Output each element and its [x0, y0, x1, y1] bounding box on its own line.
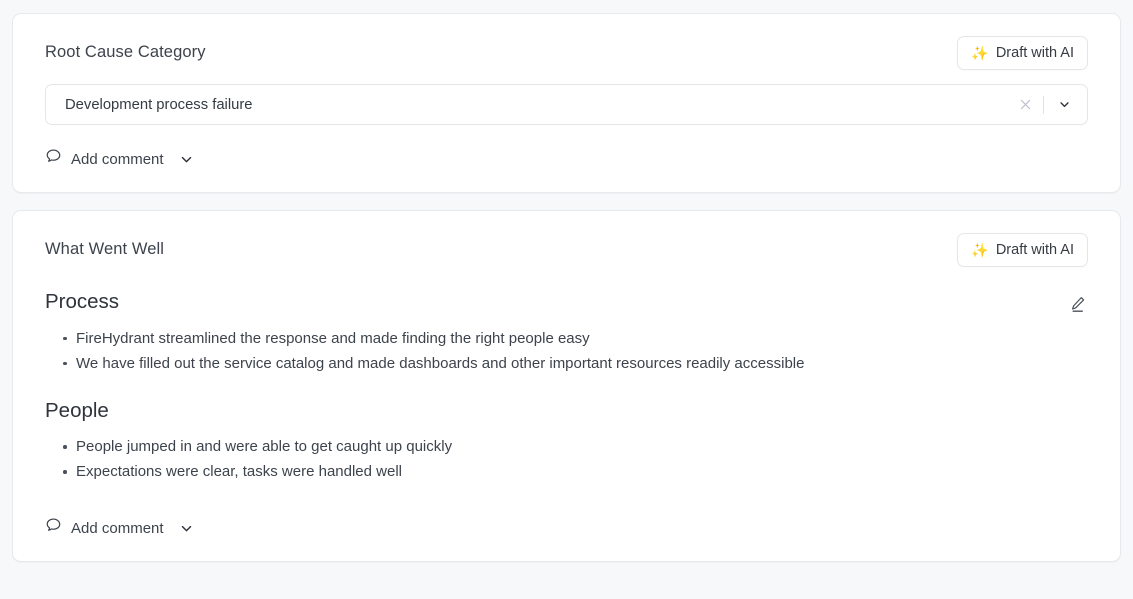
close-icon[interactable] — [1014, 94, 1036, 116]
subsection-heading-process: Process — [45, 290, 120, 313]
comment-bubble-icon — [45, 517, 62, 539]
page-container: Root Cause Category ✨ Draft with AI Deve… — [0, 0, 1133, 599]
subsection-header-process: Process — [45, 289, 1088, 315]
chevron-down-icon[interactable] — [179, 521, 194, 536]
pencil-edit-icon[interactable] — [1068, 294, 1088, 314]
subsection-heading-people: People — [45, 398, 109, 422]
list-item: FireHydrant streamlined the response and… — [63, 326, 1088, 351]
bullet-list-people: People jumped in and were able to get ca… — [45, 434, 1088, 484]
select-divider — [1043, 95, 1044, 114]
add-comment-root-cause[interactable]: Add comment — [45, 125, 194, 192]
add-comment-what-went-well[interactable]: Add comment — [45, 494, 194, 561]
what-went-well-card: What Went Well ✨ Draft with AI Process F… — [12, 210, 1121, 563]
root-cause-select-wrapper: Development process failure — [45, 70, 1088, 125]
chevron-down-icon[interactable] — [179, 152, 194, 167]
what-went-well-header-row: What Went Well ✨ Draft with AI — [45, 211, 1088, 267]
draft-with-ai-label: Draft with AI — [995, 45, 1074, 61]
comment-bubble-icon — [45, 148, 62, 170]
draft-with-ai-button-root-cause[interactable]: ✨ Draft with AI — [957, 36, 1088, 70]
add-comment-label: Add comment — [71, 519, 164, 537]
root-cause-select-value: Development process failure — [65, 96, 253, 113]
bullet-list-process: FireHydrant streamlined the response and… — [45, 326, 1088, 376]
page-title: Root Cause Category — [45, 43, 206, 62]
draft-with-ai-button-what-went-well[interactable]: ✨ Draft with AI — [957, 233, 1088, 267]
what-went-well-body: Process FireHydrant streamlined the resp… — [45, 289, 1088, 494]
list-item: We have filled out the service catalog a… — [63, 351, 1088, 376]
subsection-header-people: People — [45, 398, 1088, 424]
chevron-down-icon[interactable] — [1053, 94, 1075, 116]
root-cause-select[interactable]: Development process failure — [45, 84, 1088, 125]
list-item: Expectations were clear, tasks were hand… — [63, 459, 1088, 484]
list-item: People jumped in and were able to get ca… — [63, 434, 1088, 459]
sparkles-icon: ✨ — [971, 242, 989, 258]
root-cause-header-row: Root Cause Category ✨ Draft with AI — [45, 14, 1088, 70]
root-cause-category-card: Root Cause Category ✨ Draft with AI Deve… — [12, 13, 1121, 193]
sparkles-icon: ✨ — [971, 45, 989, 61]
add-comment-label: Add comment — [71, 150, 164, 168]
section-title-what-went-well: What Went Well — [45, 240, 165, 259]
draft-with-ai-label: Draft with AI — [995, 242, 1074, 258]
